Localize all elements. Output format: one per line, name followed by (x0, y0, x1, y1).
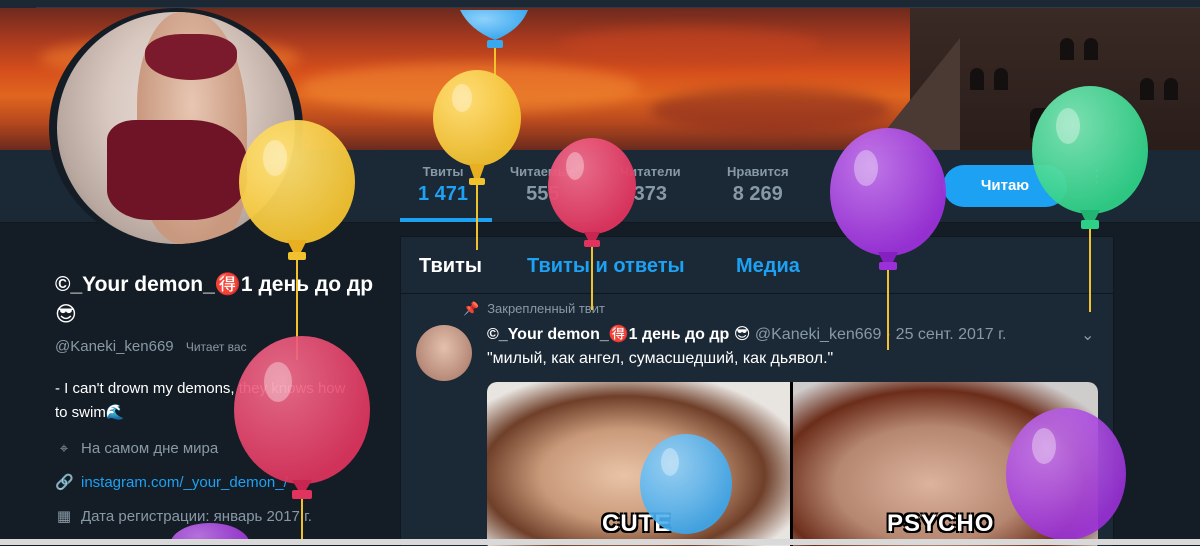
profile-name: ©_Your demon_🉐1 день до др 😎 (55, 273, 374, 326)
stat-tweets-label: Твиты (422, 164, 464, 179)
profile-card: ©_Your demon_🉐1 день до др 😎 @Kaneki_ken… (55, 270, 375, 527)
more-options-icon[interactable]: ⋮ (1087, 167, 1107, 200)
tweet-text: "милый, как ангел, сумасшедший, как дьяв… (487, 350, 834, 367)
stat-tweets[interactable]: Твиты 1 471 (418, 164, 468, 206)
follows-you-badge: Читает вас (185, 340, 247, 354)
tweet-avatar[interactable] (416, 325, 472, 381)
tab-tweets[interactable]: Твиты (419, 255, 482, 278)
stat-tweets-value: 1 471 (418, 183, 469, 205)
stat-followers[interactable]: Читатели 373 (620, 164, 681, 206)
profile-bio: - I can't drown my demons, they knows ho… (55, 380, 346, 421)
profile-location: На самом дне мира (81, 440, 219, 457)
caption-cute: CUTE (602, 510, 672, 537)
tweet-author-name[interactable]: ©_Your demon_🉐1 день до др 😎 (487, 326, 750, 343)
top-bar (0, 0, 1200, 8)
link-icon: 🔗 (55, 474, 74, 491)
chevron-down-icon[interactable]: ⌄ (1081, 325, 1094, 345)
tab-tweets-replies[interactable]: Твиты и ответы (527, 255, 685, 278)
bottom-strip (0, 539, 1200, 545)
timeline-tabs: Твиты Твиты и ответы Медиа (401, 237, 1113, 294)
tweet-author-handle[interactable]: @Kaneki_ken669 (755, 326, 882, 343)
following-button[interactable]: Читаю (943, 165, 1067, 207)
stat-following-label: Читаемые (510, 164, 576, 179)
stat-likes-label: Нравится (727, 164, 789, 179)
banner-building (870, 8, 1200, 150)
active-stat-underline (400, 218, 492, 222)
caption-psycho: PSYCHO (887, 510, 995, 537)
stat-following-value: 555 (526, 183, 560, 205)
stat-followers-value: 373 (633, 183, 667, 205)
stat-followers-label: Читатели (620, 164, 681, 179)
profile-joined: Дата регистрации: январь 2017 г. (81, 508, 312, 525)
stat-likes[interactable]: Нравится 8 269 (727, 164, 789, 206)
profile-avatar[interactable] (49, 8, 303, 248)
tweet-date[interactable]: · 25 сент. 2017 г. (886, 326, 1007, 343)
tweet-media[interactable]: CUTE PSYCHO (487, 382, 1098, 546)
tab-media[interactable]: Медиа (736, 255, 800, 278)
calendar-icon: ▦ (56, 508, 72, 525)
location-icon: ⌖ (59, 440, 69, 457)
stat-likes-value: 8 269 (732, 183, 783, 205)
timeline-panel: Твиты Твиты и ответы Медиа 📌 Закрепленный… (400, 236, 1114, 546)
stat-following[interactable]: Читаемые 555 (510, 164, 576, 206)
profile-handle[interactable]: @Kaneki_ken669 (55, 338, 174, 355)
pinned-label: Закрепленный твит (487, 301, 605, 316)
profile-link[interactable]: instagram.com/_your_demon_/ (81, 474, 288, 491)
pin-icon: 📌 (463, 301, 480, 316)
